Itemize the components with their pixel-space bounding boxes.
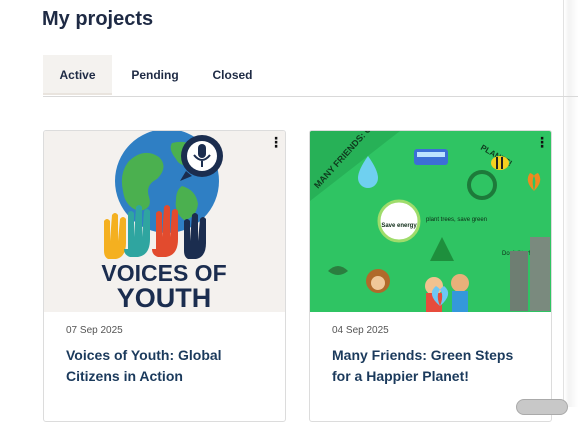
project-title[interactable]: Many Friends: Green Steps for a Happier … bbox=[332, 345, 532, 387]
tab-closed[interactable]: Closed bbox=[201, 55, 264, 95]
project-date: 07 Sep 2025 bbox=[66, 325, 123, 336]
plant-trees-text: plant trees, save green bbox=[426, 217, 487, 223]
save-energy-text: Save energy bbox=[381, 223, 417, 229]
save-energy-icon bbox=[377, 199, 421, 243]
project-image-many-friends: MANY FRIENDS: GR PLANET! Save energy pla… bbox=[310, 131, 551, 312]
more-options-icon[interactable]: ⋮ bbox=[269, 134, 283, 150]
project-image-voices-of-youth: VOICES OF YOUTH bbox=[44, 131, 285, 312]
tab-pending[interactable]: Pending bbox=[122, 55, 188, 95]
scroll-indicator[interactable] bbox=[516, 399, 568, 415]
tab-active[interactable]: Active bbox=[43, 55, 112, 95]
project-card[interactable]: VOICES OF YOUTH ⋮ 07 Sep 2025 Voices of … bbox=[43, 130, 286, 422]
project-tabs: Active Pending Closed bbox=[43, 55, 578, 97]
bee-icon bbox=[491, 156, 509, 170]
city-building-icon bbox=[510, 251, 528, 311]
project-card[interactable]: MANY FRIENDS: GR PLANET! Save energy pla… bbox=[309, 130, 552, 422]
more-options-icon[interactable]: ⋮ bbox=[535, 134, 549, 150]
page-title: My projects bbox=[42, 8, 154, 30]
project-title[interactable]: Voices of Youth: Global Citizens in Acti… bbox=[66, 345, 266, 387]
project-date: 04 Sep 2025 bbox=[332, 325, 389, 336]
image-text-line-2: YOUTH bbox=[117, 283, 212, 312]
